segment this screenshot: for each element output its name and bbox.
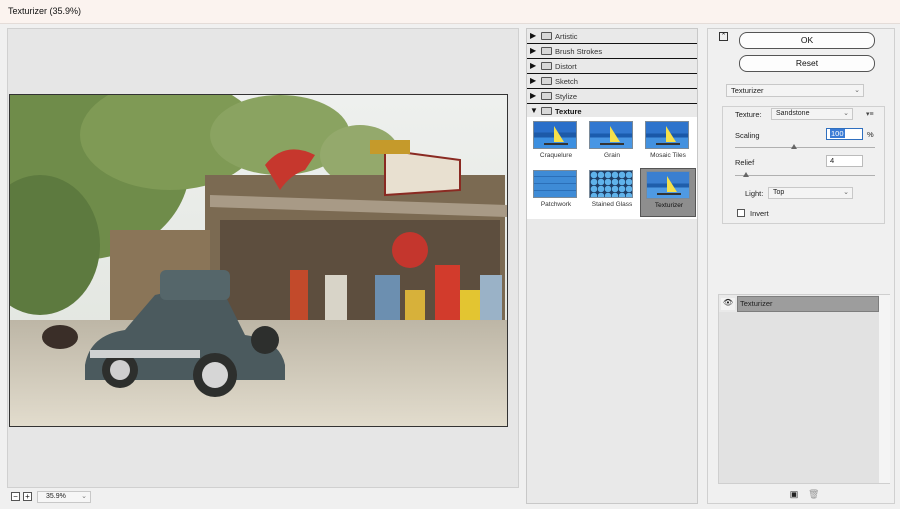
- thumb-image: [646, 171, 690, 199]
- light-label: Light:: [745, 189, 764, 198]
- texture-select[interactable]: Sandstone ⌄: [771, 108, 853, 120]
- scaling-slider-thumb[interactable]: [790, 144, 797, 149]
- relief-slider-track[interactable]: [735, 175, 875, 176]
- thumb-patchwork[interactable]: Patchwork: [528, 168, 584, 217]
- zoom-in-button[interactable]: +: [23, 492, 32, 501]
- preview-image-artwork: [10, 95, 507, 426]
- texture-label: Texture:: [735, 110, 762, 119]
- layers-scrollbar[interactable]: [879, 295, 890, 483]
- category-label: Sketch: [555, 77, 578, 86]
- scaling-slider-track[interactable]: [735, 147, 875, 148]
- thumb-mosaic-tiles[interactable]: Mosaic Tiles: [640, 119, 696, 168]
- texture-thumbnails: Craquelure Grain Mosaic Tiles Patchwork …: [527, 117, 697, 219]
- thumb-image: [533, 121, 577, 149]
- thumb-label: Craquelure: [539, 152, 573, 159]
- zoom-value: 35.9%: [46, 493, 66, 500]
- thumb-craquelure[interactable]: Craquelure: [528, 119, 584, 168]
- collapse-triangle-icon: ▼: [530, 106, 538, 115]
- scaling-value: 100: [830, 129, 845, 138]
- relief-slider-thumb[interactable]: [743, 172, 750, 177]
- thumb-label: Texturizer: [654, 202, 684, 209]
- folder-icon: [541, 62, 552, 70]
- invert-checkbox[interactable]: [737, 209, 745, 217]
- folder-icon: [541, 77, 552, 85]
- thumb-grain[interactable]: Grain: [584, 119, 640, 168]
- filter-select-value: Texturizer: [731, 86, 764, 95]
- collapse-icon[interactable]: ⌃: [719, 32, 728, 41]
- new-layer-icon[interactable]: ▣: [789, 489, 799, 499]
- folder-open-icon: [541, 107, 552, 115]
- expand-triangle-icon: ▶: [530, 91, 537, 100]
- effect-layers-list: [719, 312, 879, 483]
- folder-icon: [541, 92, 552, 100]
- thumb-label: Patchwork: [540, 201, 572, 208]
- chevron-down-icon: ⌄: [843, 110, 849, 117]
- folder-icon: [541, 32, 552, 40]
- scaling-input[interactable]: 100: [826, 128, 863, 140]
- category-label: Distort: [555, 62, 577, 71]
- category-sketch[interactable]: ▶ Sketch: [527, 74, 697, 89]
- title-bar: Texturizer (35.9%): [0, 0, 900, 24]
- light-select-value: Top: [773, 189, 785, 196]
- controls-panel: ⌃ OK Reset Texturizer ⌄ Texture: Sandsto…: [707, 28, 895, 504]
- eye-icon[interactable]: 👁: [721, 298, 735, 310]
- window-title: Texturizer (35.9%): [8, 6, 82, 16]
- expand-triangle-icon: ▶: [530, 76, 537, 85]
- invert-label: Invert: [750, 209, 769, 218]
- chevron-down-icon: ⌄: [854, 87, 860, 94]
- filter-select[interactable]: Texturizer ⌄: [726, 84, 864, 97]
- ok-button[interactable]: OK: [739, 32, 875, 49]
- thumb-stained-glass[interactable]: Stained Glass: [584, 168, 640, 217]
- chevron-down-icon: ⌄: [81, 493, 87, 500]
- relief-input[interactable]: 4: [826, 155, 863, 167]
- category-label: Artistic: [555, 32, 578, 41]
- category-artistic[interactable]: ▶ Artistic: [527, 29, 697, 44]
- zoom-bar: − + 35.9% ⌄: [7, 490, 519, 504]
- thumb-image: [533, 170, 577, 198]
- thumb-texturizer[interactable]: Texturizer: [640, 168, 696, 217]
- category-label: Brush Strokes: [555, 47, 603, 56]
- thumb-image: [645, 121, 689, 149]
- filter-gallery: ▶ Artistic ▶ Brush Strokes ▶ Distort ▶ S…: [526, 28, 698, 504]
- delete-layer-icon[interactable]: 🗑: [808, 489, 819, 499]
- preview-image[interactable]: [9, 94, 508, 427]
- scaling-label: Scaling: [735, 131, 760, 140]
- category-stylize[interactable]: ▶ Stylize: [527, 89, 697, 104]
- relief-value: 4: [830, 156, 835, 165]
- folder-icon: [541, 47, 552, 55]
- zoom-out-button[interactable]: −: [11, 492, 20, 501]
- chevron-down-icon: ⌄: [843, 189, 849, 196]
- thumb-label: Mosaic Tiles: [650, 152, 686, 159]
- relief-label: Relief: [735, 158, 755, 167]
- category-label: Texture: [555, 107, 582, 116]
- category-brush-strokes[interactable]: ▶ Brush Strokes: [527, 44, 697, 59]
- effect-layer-row[interactable]: 👁 Texturizer: [719, 296, 879, 312]
- zoom-select[interactable]: 35.9% ⌄: [37, 491, 91, 503]
- thumb-image: [589, 170, 633, 198]
- scaling-unit: %: [867, 130, 874, 139]
- effect-layers-panel: 👁 Texturizer: [718, 294, 890, 484]
- light-select[interactable]: Top ⌄: [768, 187, 853, 199]
- texturizer-params: Texture: Sandstone ⌄ ▾≡ Scaling 100 % Re…: [722, 106, 885, 224]
- thumb-image: [589, 121, 633, 149]
- panel-menu-icon[interactable]: ▾≡: [866, 110, 874, 118]
- effect-layer-name[interactable]: Texturizer: [737, 296, 879, 312]
- thumb-label: Grain: [604, 152, 620, 159]
- expand-triangle-icon: ▶: [530, 31, 537, 40]
- category-label: Stylize: [555, 92, 578, 101]
- expand-triangle-icon: ▶: [530, 61, 537, 70]
- texture-select-value: Sandstone: [776, 110, 810, 117]
- expand-triangle-icon: ▶: [530, 46, 537, 55]
- reset-button[interactable]: Reset: [739, 55, 875, 72]
- thumb-label: Stained Glass: [591, 201, 633, 208]
- category-distort[interactable]: ▶ Distort: [527, 59, 697, 74]
